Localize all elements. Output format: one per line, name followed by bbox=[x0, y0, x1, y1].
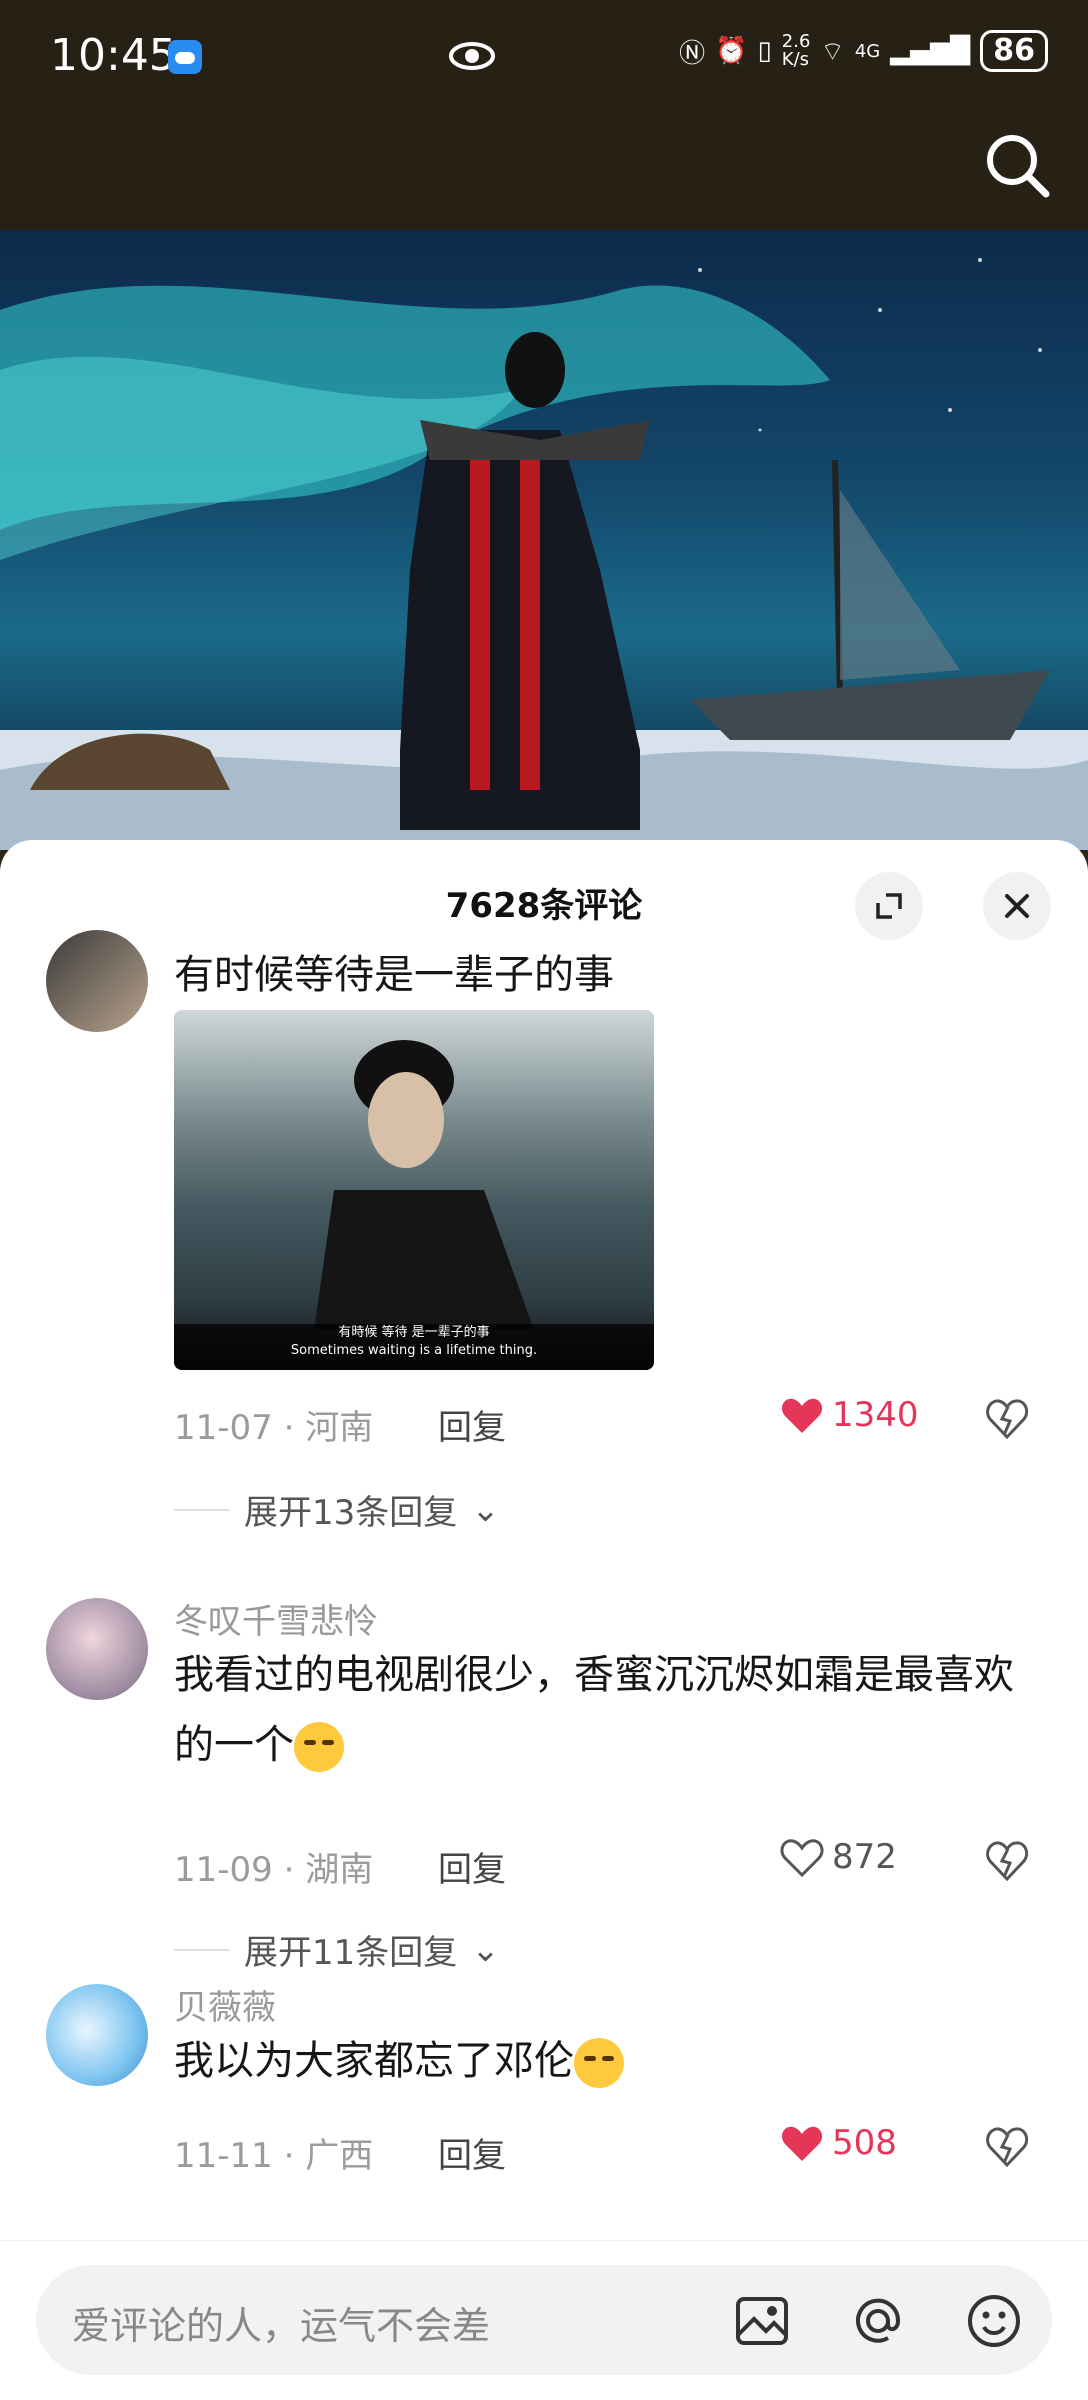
caption-en: Sometimes waiting is a lifetime thing. bbox=[290, 1343, 538, 1358]
wifi-icon: ⌔ bbox=[820, 36, 845, 67]
dislike-icon[interactable] bbox=[984, 1837, 1030, 1883]
network-speed: 2.6 K/s bbox=[781, 31, 811, 70]
dislike-icon[interactable] bbox=[984, 2123, 1030, 2169]
comment-text: 有时候等待是一辈子的事 bbox=[174, 952, 614, 998]
like-count: 508 bbox=[832, 2123, 897, 2163]
expand-replies-button[interactable]: 展开11条回复 ⌄ bbox=[174, 1925, 500, 1974]
comment-image[interactable]: 有時候 等待 是一辈子的事 Sometimes waiting is a lif… bbox=[174, 1010, 654, 1370]
image-icon[interactable] bbox=[732, 2291, 792, 2351]
status-time: 10:45 bbox=[50, 30, 177, 81]
expand-replies-button[interactable]: 展开13条回复 ⌄ bbox=[174, 1485, 500, 1534]
mention-icon[interactable] bbox=[848, 2291, 908, 2351]
vibrate-icon: ▯ bbox=[757, 36, 772, 66]
heart-outline-icon bbox=[780, 1839, 824, 1877]
comment-text: 我以为大家都忘了邓伦 bbox=[174, 2026, 1044, 2096]
weather-icon bbox=[168, 40, 202, 74]
battery-level: 86 bbox=[980, 30, 1048, 72]
signal-icon: ▂▄▆█ bbox=[890, 36, 971, 66]
chevron-down-icon: ⌄ bbox=[471, 1489, 500, 1530]
avatar[interactable] bbox=[46, 1984, 148, 2086]
comment-meta: 11-07 · 河南 bbox=[174, 1408, 374, 1448]
comment-username[interactable]: 冬叹千雪悲怜 bbox=[174, 1594, 378, 1643]
expand-replies-label: 展开11条回复 bbox=[244, 1933, 458, 1973]
comment-meta: 11-11 · 广西 bbox=[174, 2136, 374, 2176]
emoji-icon[interactable] bbox=[964, 2291, 1024, 2351]
comment-text: 我看过的电视剧很少，香蜜沉沉烬如霜是最喜欢的一个 bbox=[174, 1640, 1044, 1780]
comment-count-title: 7628条评论 bbox=[445, 886, 643, 926]
expand-replies-label: 展开13条回复 bbox=[244, 1493, 458, 1533]
close-sheet-button[interactable] bbox=[983, 872, 1051, 940]
nfc-icon: Ⓝ bbox=[679, 38, 706, 69]
comment-meta: 11-09 · 湖南 bbox=[174, 1850, 374, 1890]
like-count: 872 bbox=[832, 1837, 897, 1877]
heart-filled-icon bbox=[781, 1398, 823, 1433]
comment-input-bar: 爱评论的人，运气不会差 bbox=[0, 2240, 1088, 2400]
eye-icon bbox=[449, 42, 495, 70]
like-button[interactable]: 508 bbox=[780, 2123, 897, 2163]
signal-label: 4G bbox=[854, 40, 881, 62]
comment-photo bbox=[314, 1040, 534, 1330]
alarm-icon: ⏰ bbox=[715, 36, 748, 66]
comment-text-content: 我以为大家都忘了邓伦 bbox=[174, 2038, 574, 2084]
avatar[interactable] bbox=[46, 930, 148, 1032]
image-caption: 有時候 等待 是一辈子的事 Sometimes waiting is a lif… bbox=[174, 1324, 654, 1370]
video-player[interactable] bbox=[0, 230, 1088, 850]
status-bar: 10:45 Ⓝ ⏰ ▯ 2.6 K/s ⌔ 4G ▂▄▆█ 86 bbox=[0, 0, 1088, 110]
reply-button[interactable]: 回复 bbox=[438, 1400, 506, 1449]
comment-sheet: 7628条评论 有时候等待是一辈子的事 有時候 等待 是一辈子的事 Someti… bbox=[0, 840, 1088, 2400]
like-count: 1340 bbox=[832, 1395, 919, 1435]
reply-button[interactable]: 回复 bbox=[438, 2128, 506, 2177]
crying-face-emoji bbox=[574, 2038, 624, 2088]
search-icon[interactable] bbox=[978, 126, 1058, 206]
expand-sheet-button[interactable] bbox=[855, 872, 923, 940]
dislike-icon[interactable] bbox=[984, 1395, 1030, 1441]
reply-button[interactable]: 回复 bbox=[438, 1842, 506, 1891]
close-icon bbox=[1005, 894, 1029, 918]
status-indicators: Ⓝ ⏰ ▯ 2.6 K/s ⌔ 4G ▂▄▆█ 86 bbox=[679, 30, 1048, 72]
video-frame bbox=[0, 258, 1088, 850]
avatar[interactable] bbox=[46, 1598, 148, 1700]
heart-filled-icon bbox=[781, 2126, 823, 2161]
divider-line bbox=[174, 1508, 230, 1511]
comment-input[interactable]: 爱评论的人，运气不会差 bbox=[36, 2265, 1052, 2375]
comment-input-placeholder: 爱评论的人，运气不会差 bbox=[72, 2304, 491, 2348]
top-bar bbox=[0, 110, 1088, 230]
crying-face-emoji bbox=[294, 1722, 344, 1772]
chevron-down-icon: ⌄ bbox=[471, 1929, 500, 1970]
comment-username[interactable]: 贝薇薇 bbox=[174, 1980, 276, 2029]
like-button[interactable]: 1340 bbox=[780, 1395, 919, 1435]
caption-zh: 有時候 等待 是一辈子的事 bbox=[338, 1325, 490, 1340]
like-button[interactable]: 872 bbox=[780, 1837, 897, 1877]
divider-line bbox=[174, 1948, 230, 1951]
expand-icon bbox=[876, 893, 902, 919]
